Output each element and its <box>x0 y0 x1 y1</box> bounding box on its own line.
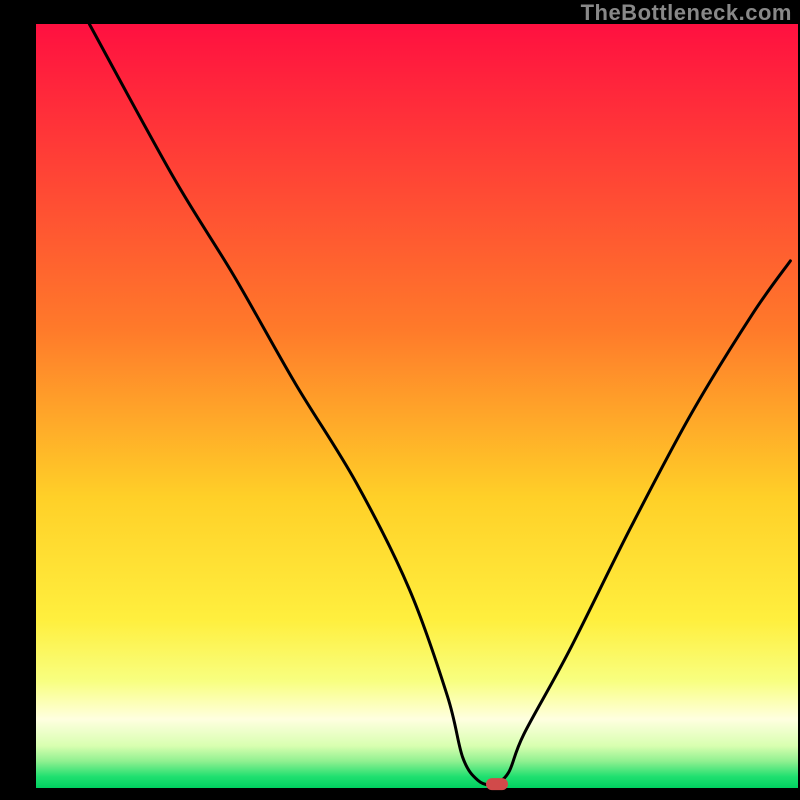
optimal-marker <box>486 778 508 790</box>
chart-container: TheBottleneck.com <box>0 0 800 800</box>
bottleneck-chart <box>0 0 800 800</box>
watermark-label: TheBottleneck.com <box>581 0 792 26</box>
